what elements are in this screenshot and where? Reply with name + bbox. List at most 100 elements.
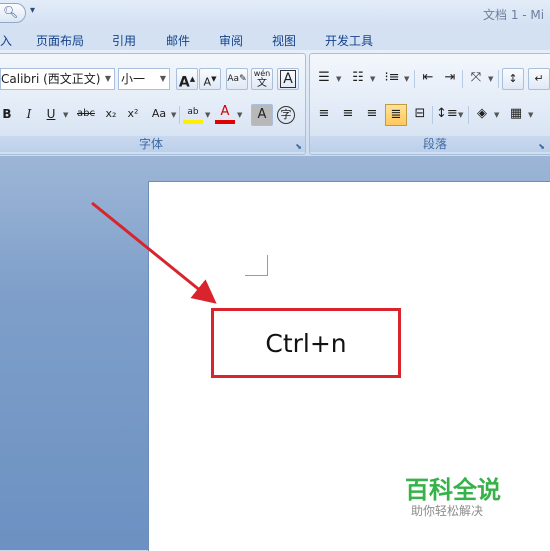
clear-format-icon: Aa✎ [227, 74, 247, 84]
line-spacing-icon: ↕≡ [436, 106, 458, 121]
phonetic-guide-char: 文 [257, 78, 267, 89]
clear-format-button[interactable]: Aa✎ [226, 68, 248, 90]
numbering-icon: ☷ [352, 70, 364, 85]
tab-references[interactable]: 引用 [112, 32, 136, 49]
shortcut-callout-box: Ctrl+n [211, 308, 401, 378]
italic-button[interactable]: I [19, 104, 39, 124]
grow-font-icon: A [178, 74, 190, 91]
sort-icon: ↕ [508, 72, 518, 85]
pilcrow-icon: ↵ [534, 72, 544, 85]
paint-bucket-icon: ◈ [477, 106, 487, 121]
separator [462, 70, 463, 88]
align-left-button[interactable]: ≡ [314, 104, 334, 124]
ribbon-tabs: 入 页面布局 引用 邮件 审阅 视图 开发工具 [0, 26, 550, 50]
char-shading-button[interactable]: A [251, 104, 273, 126]
char-border-icon: A [280, 70, 296, 88]
chinese-layout-dropdown-icon[interactable]: ▼ [488, 75, 493, 83]
font-group: Calibri (西文正文) ▼ 小一 ▼ A▲ A▼ Aa✎ wén 文 A … [0, 53, 306, 155]
separator [468, 106, 469, 124]
ribbon: Calibri (西文正文) ▼ 小一 ▼ A▲ A▼ Aa✎ wén 文 A … [0, 50, 550, 156]
font-color-button[interactable]: A [215, 104, 235, 124]
watermark-logo-text: 百科全说 [405, 476, 501, 504]
shading-button[interactable]: ◈ [472, 104, 492, 124]
shrink-font-button[interactable]: A▼ [199, 68, 221, 90]
paragraph-group: ☰ ▼ ☷ ▼ ⁝≡ ▼ ⇤ ⇥ ⤧ ▼ ↕ ↵ ≡ ≡ ≡ ≣ ⊟ ↕≡ ▼ … [309, 53, 550, 155]
align-center-icon: ≡ [342, 106, 354, 121]
show-marks-button[interactable]: ↵ [528, 68, 550, 90]
tab-insert[interactable]: 入 [0, 32, 12, 49]
underline-dropdown-icon[interactable]: ▼ [63, 111, 68, 119]
print-preview-icon: 🔍︎ [3, 5, 19, 19]
chinese-layout-icon: ⤧ [470, 70, 482, 85]
paragraph-group-label: 段落 [310, 136, 550, 152]
decrease-indent-icon: ⇤ [422, 70, 434, 85]
decrease-indent-button[interactable]: ⇤ [418, 68, 438, 88]
change-case-dropdown-icon[interactable]: ▼ [171, 111, 176, 119]
quick-access-dropdown[interactable]: ▾ [30, 5, 35, 16]
change-case-button[interactable]: Aa [147, 104, 171, 124]
increase-indent-icon: ⇥ [444, 70, 456, 85]
highlight-dropdown-icon[interactable]: ▼ [205, 111, 210, 119]
paragraph-dialog-launcher-icon[interactable]: ⬊ [538, 142, 545, 151]
numbering-dropdown-icon[interactable]: ▼ [370, 75, 375, 83]
multilevel-list-button[interactable]: ⁝≡ [382, 68, 402, 88]
separator [414, 70, 415, 88]
borders-icon: ▦ [509, 106, 523, 121]
separator [432, 106, 433, 124]
distributed-icon: ⊟ [414, 106, 426, 121]
title-bar: 🔍︎ ▾ 文档 1 - Mi [0, 0, 550, 26]
bullets-dropdown-icon[interactable]: ▼ [336, 75, 341, 83]
shrink-font-icon: A [203, 75, 212, 89]
chevron-down-icon: ▼ [159, 74, 166, 83]
font-dialog-launcher-icon[interactable]: ⬊ [295, 142, 302, 151]
strikethrough-button[interactable]: abc [75, 104, 97, 124]
justify-button[interactable]: ≣ [385, 104, 407, 126]
margin-corner-mark [245, 275, 267, 276]
enclose-char-button[interactable]: 字 [277, 106, 295, 124]
bullets-button[interactable]: ☰ [314, 68, 334, 88]
separator [179, 106, 180, 124]
borders-button[interactable]: ▦ [506, 104, 526, 124]
shortcut-callout-text: Ctrl+n [265, 328, 347, 358]
watermark-slogan: 助你轻松解决 [411, 504, 484, 518]
margin-corner-mark [267, 255, 268, 276]
subscript-button[interactable]: x₂ [101, 104, 121, 124]
align-right-button[interactable]: ≡ [362, 104, 382, 124]
justify-icon: ≣ [390, 107, 402, 122]
chinese-layout-button[interactable]: ⤧ [466, 68, 486, 88]
office-button[interactable]: 🔍︎ [0, 3, 26, 23]
font-size-value: 小一 [121, 72, 146, 86]
highlight-button[interactable]: ab [183, 104, 203, 124]
distributed-button[interactable]: ⊟ [410, 104, 430, 124]
superscript-button[interactable]: x² [123, 104, 143, 124]
font-name-value: Calibri (西文正文) [1, 72, 101, 86]
shading-dropdown-icon[interactable]: ▼ [494, 111, 499, 119]
align-right-icon: ≡ [366, 106, 378, 121]
tab-developer[interactable]: 开发工具 [325, 32, 373, 49]
multilevel-list-icon: ⁝≡ [384, 70, 400, 85]
tab-review[interactable]: 审阅 [219, 32, 243, 49]
increase-indent-button[interactable]: ⇥ [440, 68, 460, 88]
separator [498, 70, 499, 88]
tab-page-layout[interactable]: 页面布局 [36, 32, 84, 49]
multilevel-dropdown-icon[interactable]: ▼ [404, 75, 409, 83]
tab-mailings[interactable]: 邮件 [166, 32, 190, 49]
tab-view[interactable]: 视图 [272, 32, 296, 49]
font-size-combo[interactable]: 小一 ▼ [118, 68, 170, 90]
sort-button[interactable]: ↕ [502, 68, 524, 90]
phonetic-guide-button[interactable]: wén 文 [251, 68, 273, 90]
font-color-dropdown-icon[interactable]: ▼ [237, 111, 242, 119]
line-spacing-dropdown-icon[interactable]: ▼ [458, 111, 463, 119]
line-spacing-button[interactable]: ↕≡ [436, 104, 458, 124]
numbering-button[interactable]: ☷ [348, 68, 368, 88]
font-group-label: 字体 [0, 136, 305, 152]
align-left-icon: ≡ [318, 106, 330, 121]
font-name-combo[interactable]: Calibri (西文正文) ▼ [0, 68, 115, 90]
grow-font-button[interactable]: A▲ [176, 68, 198, 91]
borders-dropdown-icon[interactable]: ▼ [528, 111, 533, 119]
underline-button[interactable]: U [41, 104, 61, 124]
char-border-button[interactable]: A [277, 68, 299, 90]
align-center-button[interactable]: ≡ [338, 104, 358, 124]
bold-button[interactable]: B [0, 104, 17, 124]
window-title: 文档 1 - Mi [483, 8, 545, 22]
